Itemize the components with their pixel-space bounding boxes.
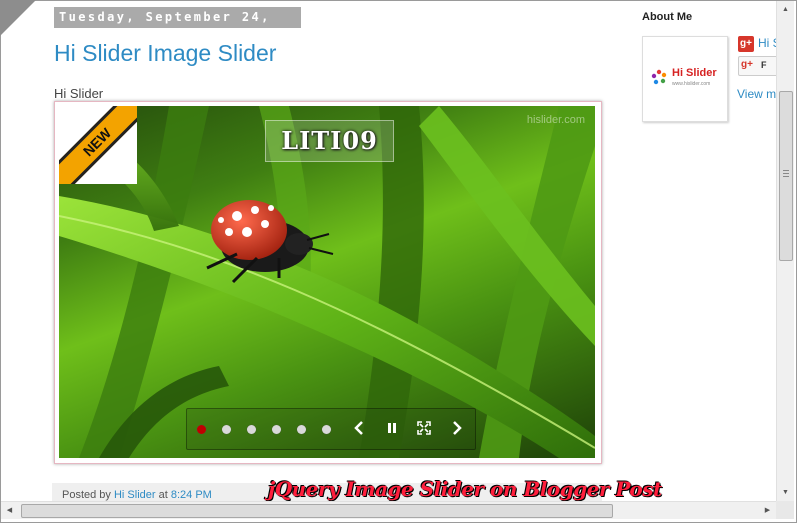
new-ribbon-label: NEW [59,106,137,184]
horizontal-scroll-thumb[interactable] [21,504,613,518]
about-me-heading: About Me [642,11,693,23]
scroll-right-arrow-icon[interactable]: ▶ [759,502,776,519]
new-badge: NEW [59,106,137,184]
vertical-scroll-thumb[interactable] [779,91,793,261]
scrollbar-corner [776,501,794,519]
chevron-right-icon[interactable] [447,419,465,437]
profile-image[interactable]: Hi Slider www.hislider.com [642,36,728,122]
scroll-down-arrow-icon[interactable]: ▼ [777,484,794,501]
slider-watermark: hislider.com [526,114,585,126]
pause-icon[interactable] [383,419,401,437]
profile-logo-text: Hi Slider [672,67,717,79]
scroll-left-arrow-icon[interactable]: ◀ [1,502,18,519]
posted-by-label: Posted by [62,489,111,501]
page-corner-fold [0,0,36,36]
pagination-dot[interactable] [197,425,206,434]
view-profile-link[interactable]: View m [737,87,776,101]
google-plus-icon: g+ [738,36,754,52]
pagination-dot[interactable] [247,425,256,434]
google-plus-icon: g+ [741,59,753,70]
scroll-grip-icon [783,170,789,171]
post-title[interactable]: Hi Slider Image Slider [54,40,276,67]
scroll-up-arrow-icon[interactable]: ▲ [777,1,794,18]
pagination-dot[interactable] [222,425,231,434]
fullscreen-icon[interactable] [415,419,433,437]
post-subtitle: Hi Slider [54,86,104,101]
at-label: at [158,489,168,501]
pagination-dot[interactable] [322,425,331,434]
hislider-logo-icon [651,69,667,85]
overlay-title: jQuery Image Slider on Blogger Post [268,477,662,501]
slide-caption: LITI09 [265,120,394,162]
slider-controls [186,408,476,450]
author-link[interactable]: Hi Slider [114,489,156,501]
horizontal-scrollbar[interactable]: ◀ ▶ [1,501,776,519]
follow-label: F [761,60,767,70]
follow-button[interactable]: g+ F [738,56,780,76]
slide-image: NEW LITI09 hislider.com [59,106,595,458]
profile-logo-subtext: www.hislider.com [672,81,711,87]
post-time-link[interactable]: 8:24 PM [171,489,212,501]
vertical-scrollbar[interactable]: ▲ ▼ [776,1,794,501]
chevron-left-icon[interactable] [351,419,369,437]
image-slider[interactable]: NEW LITI09 hislider.com [54,101,602,464]
pagination-dot[interactable] [297,425,306,434]
scroll-grip-icon [783,176,789,177]
date-header: Tuesday, September 24, 2013 [54,7,301,45]
scroll-grip-icon [783,173,789,174]
pagination-dot[interactable] [272,425,281,434]
